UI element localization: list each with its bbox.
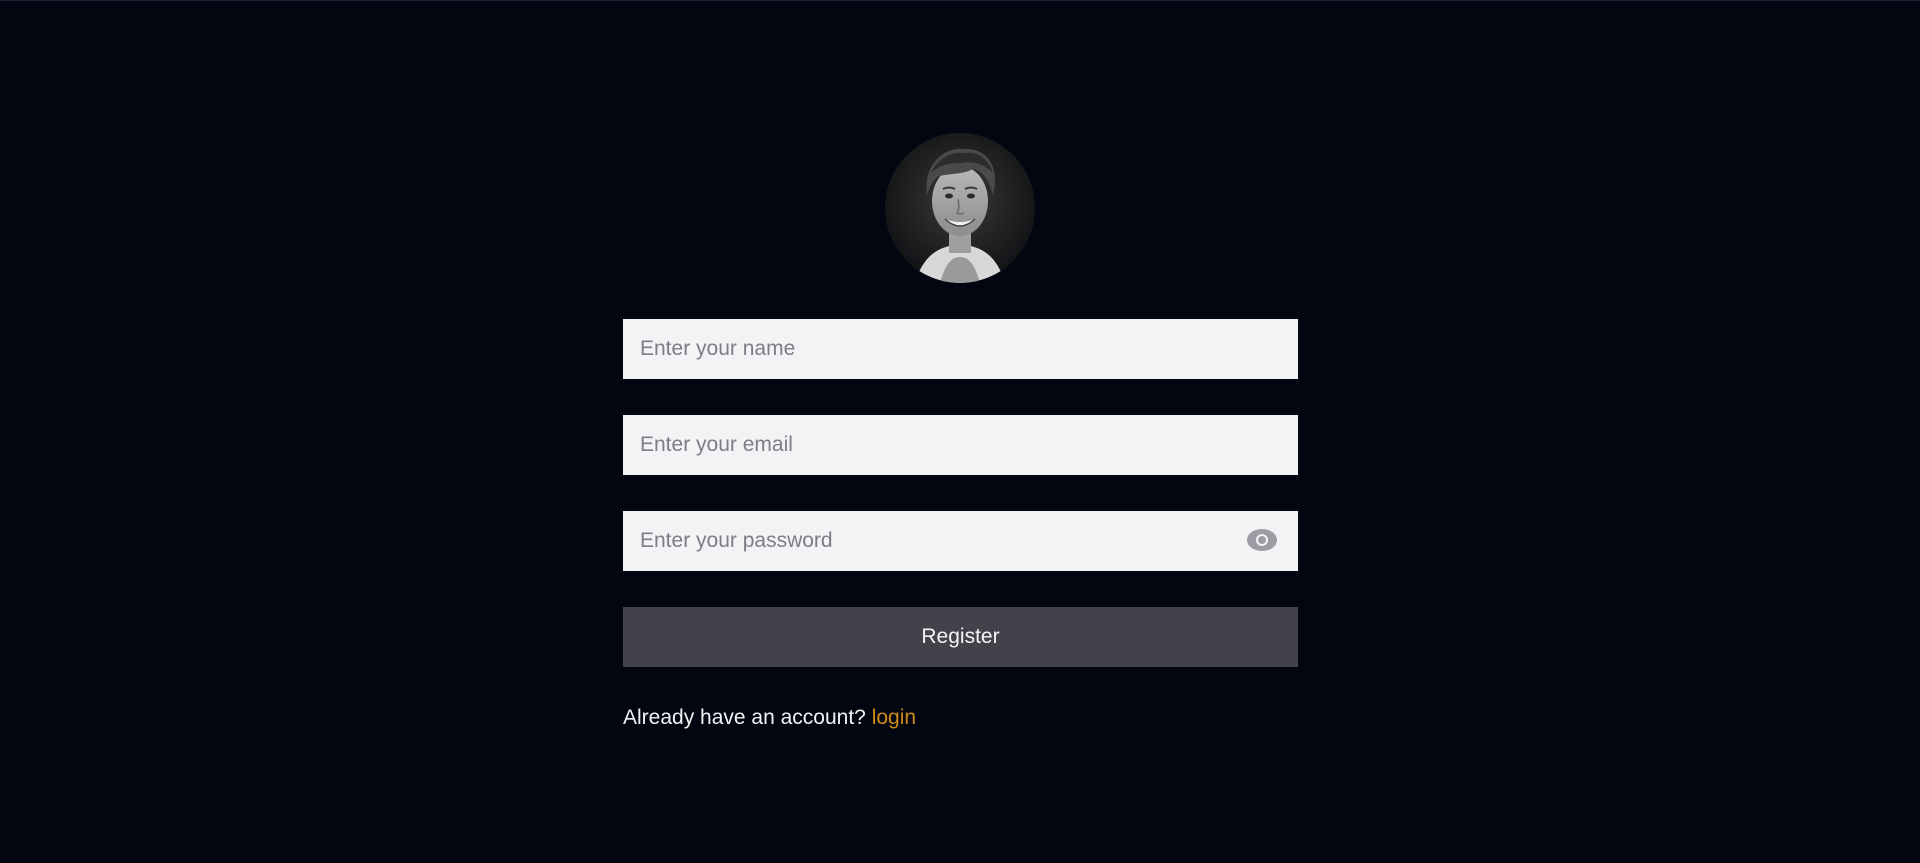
email-input[interactable] (623, 415, 1298, 475)
name-input[interactable] (623, 319, 1298, 379)
password-field[interactable] (623, 511, 1298, 571)
email-field[interactable] (623, 415, 1298, 475)
login-link[interactable]: login (872, 706, 916, 729)
password-input[interactable] (623, 511, 1298, 571)
login-prompt: Already have an account? login (623, 706, 916, 730)
login-prompt-text: Already have an account? (623, 706, 866, 729)
top-border (0, 0, 1920, 1)
avatar (885, 133, 1035, 283)
register-button[interactable]: Register (623, 607, 1298, 667)
eye-icon[interactable] (1246, 527, 1278, 553)
name-field[interactable] (623, 319, 1298, 379)
avatar-photo (885, 133, 1035, 283)
